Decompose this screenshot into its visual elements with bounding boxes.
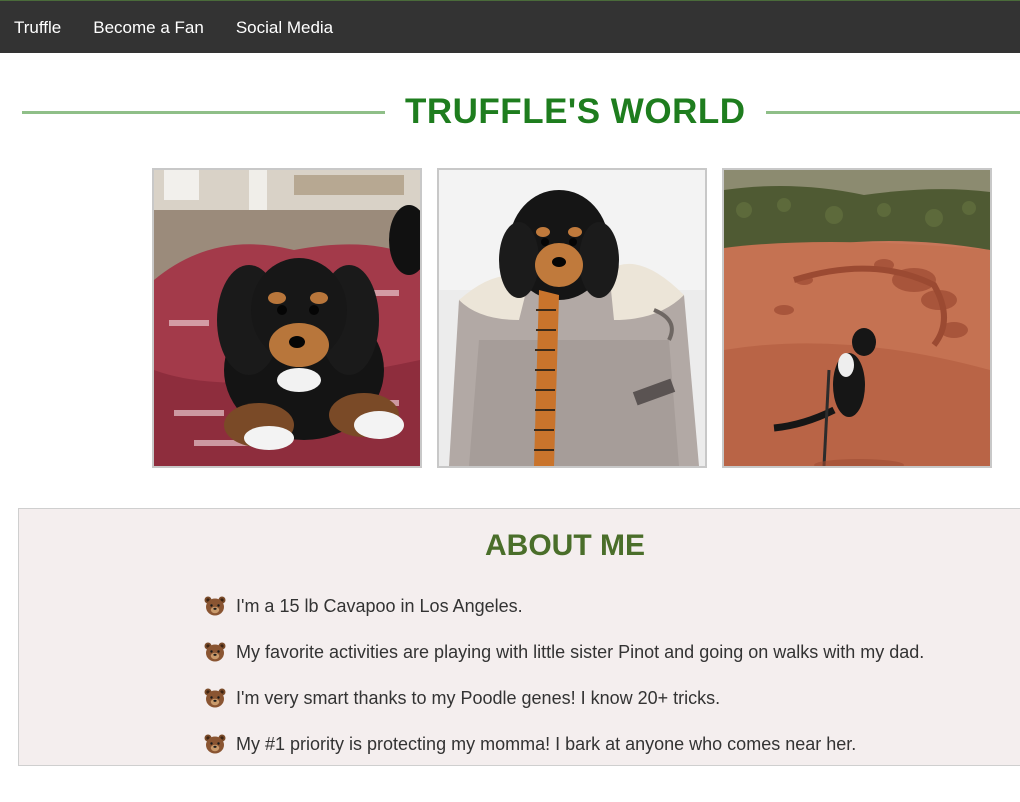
list-item: I'm a 15 lb Cavapoo in Los Angeles. — [204, 583, 924, 629]
list-item: My favorite activities are playing with … — [204, 629, 924, 675]
puppy-on-cushion-photo — [152, 168, 422, 468]
about-item-text: I'm a 15 lb Cavapoo in Los Angeles. — [236, 595, 523, 616]
title-divider-left — [22, 110, 385, 114]
list-item: I'm very smart thanks to my Poodle genes… — [204, 675, 924, 721]
puppy-in-bag-photo — [437, 168, 707, 468]
nav-link-become-a-fan[interactable]: Become a Fan — [79, 1, 218, 54]
bear-face-icon — [204, 688, 226, 708]
dog-on-red-rocks-photo — [722, 168, 992, 468]
page-title: TRUFFLE'S WORLD — [405, 92, 746, 131]
about-me-list: I'm a 15 lb Cavapoo in Los Angeles. My f… — [204, 583, 924, 767]
bear-face-icon — [204, 734, 226, 754]
nav-link-social-media[interactable]: Social Media — [222, 1, 347, 54]
top-navbar: Truffle Become a Fan Social Media — [0, 0, 1020, 53]
title-divider-right — [765, 110, 1020, 114]
photo-gallery — [152, 168, 992, 468]
nav-link-truffle[interactable]: Truffle — [0, 1, 75, 54]
about-item-text: My #1 priority is protecting my momma! I… — [236, 733, 857, 754]
bear-face-icon — [204, 642, 226, 662]
about-me-title: ABOUT ME — [485, 529, 645, 562]
page-header: TRUFFLE'S WORLD — [22, 88, 1020, 136]
about-me-section: ABOUT ME I'm a 15 lb Cavapoo in Los Ange… — [18, 508, 1020, 766]
list-item: My #1 priority is protecting my momma! I… — [204, 721, 924, 767]
about-item-text: I'm very smart thanks to my Poodle genes… — [236, 687, 721, 708]
bear-face-icon — [204, 596, 226, 616]
about-item-text: My favorite activities are playing with … — [236, 641, 925, 662]
